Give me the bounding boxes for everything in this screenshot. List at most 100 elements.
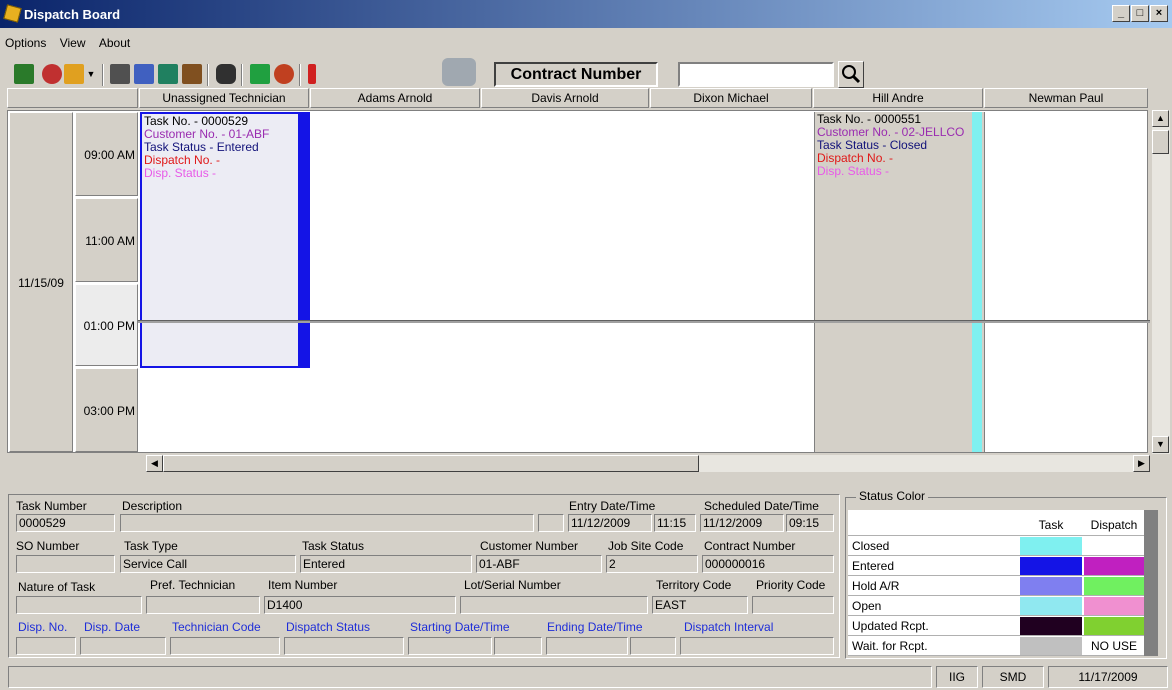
legend-task-swatch bbox=[1020, 637, 1082, 655]
minimize-button[interactable]: _ bbox=[1112, 5, 1130, 22]
task-status-field[interactable]: Entered bbox=[300, 555, 472, 573]
nature-of-task-field[interactable] bbox=[16, 596, 142, 614]
date-picker-icon[interactable] bbox=[538, 514, 564, 532]
dispatch-status-field[interactable] bbox=[284, 637, 404, 655]
legend-dispatch-swatch bbox=[1084, 577, 1144, 595]
technician-icon[interactable] bbox=[64, 64, 84, 84]
entry-date-field[interactable]: 11/12/2009 bbox=[568, 514, 652, 532]
scroll-down-button[interactable]: ▼ bbox=[1152, 436, 1169, 453]
scroll-thumb[interactable] bbox=[1152, 130, 1169, 154]
legend-task-swatch bbox=[1020, 537, 1082, 555]
time-slot: 09:00 AM bbox=[75, 112, 138, 196]
column-header-adams[interactable]: Adams Arnold bbox=[310, 88, 480, 108]
dispatch-interval-label: Dispatch Interval bbox=[684, 620, 774, 634]
vertical-scrollbar[interactable]: ▲ ▼ bbox=[1152, 110, 1170, 454]
task-card[interactable]: Task No. - 0000551 Customer No. - 02-JEL… bbox=[815, 112, 984, 452]
pref-technician-label: Pref. Technician bbox=[150, 578, 236, 592]
menu-bar: Options View About bbox=[0, 36, 135, 56]
report-icon[interactable] bbox=[250, 64, 270, 84]
legend-status-name: Entered bbox=[852, 559, 895, 573]
column-header-hill[interactable]: Hill Andre bbox=[813, 88, 983, 108]
refresh-icon[interactable] bbox=[42, 64, 62, 84]
task-number-field[interactable]: 0000529 bbox=[16, 514, 115, 532]
legend-row: Entered bbox=[848, 556, 1158, 576]
calendar-icon[interactable] bbox=[14, 64, 34, 84]
scroll-thumb[interactable] bbox=[163, 455, 699, 472]
disp-date-field[interactable] bbox=[80, 637, 166, 655]
pref-technician-field[interactable] bbox=[146, 596, 260, 614]
legend-status-name: Wait. for Rcpt. bbox=[852, 639, 928, 653]
dropdown-arrow-icon[interactable]: ▼ bbox=[86, 64, 96, 84]
menu-about[interactable]: About bbox=[94, 36, 135, 50]
description-field[interactable] bbox=[120, 514, 534, 532]
task-number-label: Task Number bbox=[16, 499, 87, 513]
time-slot: 11:00 AM bbox=[75, 198, 138, 282]
time-slot: 01:00 PM bbox=[75, 284, 138, 366]
contract-search-input[interactable] bbox=[678, 62, 834, 87]
scroll-left-button[interactable]: ◀ bbox=[146, 455, 163, 472]
horizontal-scrollbar[interactable]: ◀ ▶ bbox=[146, 455, 1150, 472]
item-number-label: Item Number bbox=[268, 578, 338, 592]
alert-icon[interactable] bbox=[308, 64, 316, 84]
scroll-right-button[interactable]: ▶ bbox=[1133, 455, 1150, 472]
menu-options[interactable]: Options bbox=[0, 36, 51, 50]
app-icon bbox=[3, 4, 22, 23]
dispatch-interval-field[interactable] bbox=[680, 637, 834, 655]
legend-task-swatch bbox=[1020, 597, 1082, 615]
lot-serial-field[interactable] bbox=[460, 596, 648, 614]
task-disp-status: Disp. Status - bbox=[144, 166, 217, 180]
contract-number-field[interactable]: 000000016 bbox=[702, 555, 834, 573]
ending-date-field[interactable] bbox=[546, 637, 628, 655]
contract-number-label: Contract Number bbox=[704, 539, 796, 553]
zoom-icon[interactable] bbox=[274, 64, 294, 84]
customer-number-label: Customer Number bbox=[480, 539, 579, 553]
search-button[interactable] bbox=[838, 61, 864, 88]
legend-dispatch-swatch: NO USE bbox=[1084, 637, 1144, 655]
priority-code-field[interactable] bbox=[752, 596, 834, 614]
task-card[interactable]: Task No. - 0000529 Customer No. - 01-ABF… bbox=[140, 112, 310, 368]
column-header-dixon[interactable]: Dixon Michael bbox=[650, 88, 812, 108]
toolbar-separator bbox=[299, 64, 301, 86]
legend-row: Open bbox=[848, 596, 1158, 616]
maximize-button[interactable]: □ bbox=[1131, 5, 1149, 22]
column-header-unassigned[interactable]: Unassigned Technician bbox=[139, 88, 309, 108]
column-header-davis[interactable]: Davis Arnold bbox=[481, 88, 649, 108]
legend-status-name: Closed bbox=[852, 539, 890, 553]
territory-code-field[interactable]: EAST bbox=[652, 596, 748, 614]
so-number-field[interactable] bbox=[16, 555, 115, 573]
legend-dispatch-swatch bbox=[1084, 597, 1144, 615]
scheduled-date-field[interactable]: 11/12/2009 bbox=[700, 514, 784, 532]
current-time-line bbox=[138, 320, 1150, 323]
task-disp-status: Disp. Status - bbox=[817, 164, 890, 178]
legend-task-header: Task bbox=[1038, 518, 1064, 532]
so-number-label: SO Number bbox=[16, 539, 80, 553]
starting-date-field[interactable] bbox=[408, 637, 492, 655]
status-color-table: Task Dispatch Closed Entered Hold A/R Open U… bbox=[848, 510, 1158, 656]
menu-view[interactable]: View bbox=[55, 36, 91, 50]
legend-row: Updated Rcpt. bbox=[848, 616, 1158, 636]
close-button[interactable]: × bbox=[1150, 5, 1168, 22]
starting-time-field[interactable] bbox=[494, 637, 542, 655]
ending-time-field[interactable] bbox=[630, 637, 676, 655]
technician-code-field[interactable] bbox=[170, 637, 280, 655]
legend-task-swatch bbox=[1020, 557, 1082, 575]
task-type-field[interactable]: Service Call bbox=[120, 555, 296, 573]
grid-icon[interactable] bbox=[110, 64, 130, 84]
entry-time-field[interactable]: 11:15 bbox=[654, 514, 696, 532]
status-date: 11/17/2009 bbox=[1048, 666, 1168, 688]
person-icon[interactable] bbox=[182, 64, 202, 84]
column-header-newman[interactable]: Newman Paul bbox=[984, 88, 1148, 108]
printer-icon[interactable] bbox=[442, 58, 476, 86]
legend-status-name: Updated Rcpt. bbox=[852, 619, 929, 633]
scroll-up-button[interactable]: ▲ bbox=[1152, 110, 1169, 127]
status-user: SMD bbox=[982, 666, 1044, 688]
binoculars-icon[interactable] bbox=[216, 64, 236, 84]
job-site-code-field[interactable]: 2 bbox=[606, 555, 698, 573]
edit-icon[interactable] bbox=[134, 64, 154, 84]
item-number-field[interactable]: D1400 bbox=[264, 596, 456, 614]
scheduled-time-field[interactable]: 09:15 bbox=[786, 514, 834, 532]
disp-no-field[interactable] bbox=[16, 637, 76, 655]
customer-number-field[interactable]: 01-ABF bbox=[476, 555, 602, 573]
route-icon[interactable] bbox=[158, 64, 178, 84]
lot-serial-label: Lot/Serial Number bbox=[464, 578, 561, 592]
